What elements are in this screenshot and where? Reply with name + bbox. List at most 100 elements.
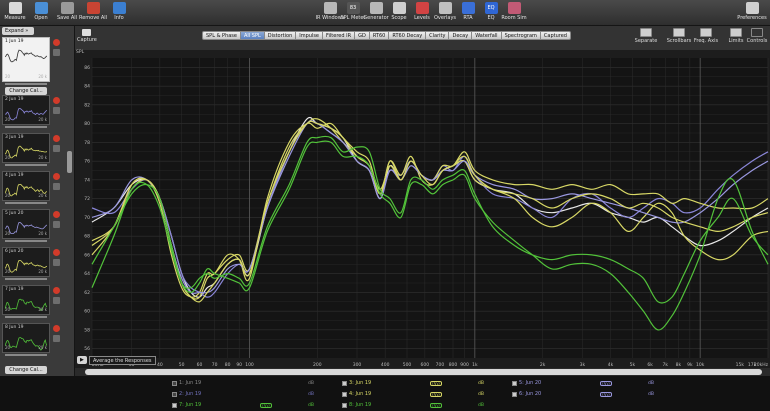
legend-checkbox[interactable] [342,381,347,386]
room-sim-button[interactable]: Room Sim [499,2,529,24]
legend-item-5[interactable]: 5: Jun 20 (V₁) dB [512,379,672,388]
spl-graph[interactable]: 86 84 82 80 78 76 74 72 70 68 66 64 62 60 58 56 20Hz 30 40… [75,50,770,368]
legend-swatch[interactable]: (V₁) [260,403,272,408]
measurement-offset-slider[interactable] [5,278,47,280]
y-tick-label: 82 [84,102,90,108]
measurement-offset-slider[interactable] [5,240,47,242]
freq-axis-button[interactable]: Freq. Axis [692,28,720,44]
measurement-name: 5 Jun 20 [5,211,24,216]
capture-button[interactable]: Capture [77,29,97,43]
tab-filtered-ir[interactable]: Filtered IR [323,31,356,40]
measurement-options-icon[interactable] [53,145,60,152]
legend-checkbox[interactable] [342,403,347,408]
sidebar-scrollbar[interactable] [67,151,72,173]
legend-item-3[interactable]: 3: Jun 19 (V₁) dB [342,379,502,388]
scrollbars-button[interactable]: Scrollbars [665,28,693,44]
measurement-options-icon[interactable] [53,49,60,56]
remove-measurement-icon[interactable] [53,135,60,142]
measurement-1[interactable]: 1 Jun 19 20 20 k [2,37,50,85]
measurement-options-icon[interactable] [53,259,60,266]
tab-waterfall[interactable]: Waterfall [472,31,502,40]
legend-checkbox[interactable] [512,381,517,386]
legend-checkbox[interactable] [512,392,517,397]
remove-icon [86,2,100,14]
tab-decay[interactable]: Decay [449,31,473,40]
measurement-options-icon[interactable] [53,221,60,228]
average-button[interactable]: ▶ [77,356,87,364]
tool-label: Separate [634,38,658,44]
horizontal-scroll-thumb[interactable] [85,369,762,375]
legend-swatch[interactable]: (V₁) [430,403,442,408]
horizontal-scrollbar[interactable] [75,368,770,376]
y-tick-label: 70 [84,215,90,221]
measurement-3[interactable]: 3 Jun 19 20 20 k [2,133,50,166]
legend-item-1[interactable]: 1: Jun 19 dB [172,379,332,388]
remove-measurement-icon[interactable] [53,287,60,294]
measurement-offset-slider[interactable] [5,126,47,128]
measurement-offset-slider[interactable] [5,316,47,318]
change-cal-button[interactable]: Change Cal... [5,366,47,374]
tab-clarity[interactable]: Clarity [426,31,450,40]
measurement-options-icon[interactable] [53,107,60,114]
measurement-offset-slider[interactable] [5,164,47,166]
measurement-offset-slider[interactable] [5,354,47,356]
tab-gd[interactable]: GD [355,31,370,40]
legend-swatch[interactable]: (V₁) [430,392,442,397]
legend-item-2[interactable]: 2: Jun 19 dB [172,390,332,399]
legend-item-4[interactable]: 4: Jun 19 (V₁) dB [342,390,502,399]
tab-rt60-decay[interactable]: RT60 Decay [389,31,427,40]
measurement-5[interactable]: 5 Jun 20 20 20 k [2,209,50,242]
measurement-6[interactable]: 6 Jun 20 20 20 k [2,247,50,280]
legend-checkbox[interactable] [342,392,347,397]
tab-all-spl[interactable]: All SPL [240,31,265,40]
tab-spectrogram[interactable]: Spectrogram [501,31,541,40]
measurements-panel: Expand » 1 Jun 19 20 20 k Change Cal... 2 Ju… [0,26,75,376]
measurement-name: 1 Jun 19 [5,39,24,44]
measurement-2[interactable]: 2 Jun 19 20 20 k [2,95,50,128]
remove-measurement-icon[interactable] [53,97,60,104]
measurement-offset-slider[interactable] [5,202,47,204]
tab-spl-phase[interactable]: SPL & Phase [202,31,241,40]
separate-button[interactable]: Separate [632,28,660,44]
remove-measurement-icon[interactable] [53,173,60,180]
measurement-name: 3 Jun 19 [5,135,24,140]
measurement-options-icon[interactable] [53,335,60,342]
limits-icon [730,28,742,37]
preferences-button[interactable]: Preferences [737,2,767,24]
expand-button[interactable]: Expand » [2,27,34,35]
eq-icon: EQ [484,2,498,14]
graph-toolbar: Capture SPL & Phase All SPL Distortion Impu… [75,26,770,50]
controls-button[interactable]: Controls [743,28,770,44]
measurement-range-start: 20 [5,231,11,236]
legend-checkbox[interactable] [172,381,177,386]
tab-rt60[interactable]: RT60 [369,31,390,40]
measurement-offset-slider[interactable] [5,83,47,85]
tab-captured[interactable]: Captured [540,31,571,40]
legend-checkbox[interactable] [172,403,177,408]
tab-distortion[interactable]: Distortion [264,31,297,40]
tab-impulse[interactable]: Impulse [296,31,324,40]
remove-measurement-icon[interactable] [53,211,60,218]
measurement-range-start: 20 [5,345,11,350]
measurement-options-icon[interactable] [53,183,60,190]
remove-measurement-icon[interactable] [53,39,60,46]
legend-item-7[interactable]: 7: Jun 19 (V₁) dB [172,401,332,410]
legend-swatch[interactable]: (V₁) [430,381,442,386]
legend-item-6[interactable]: 6: Jun 20 (V₁) dB [512,390,672,399]
y-tick-label: 56 [84,346,90,352]
measurement-range-end: 20 k [38,117,47,122]
remove-measurement-icon[interactable] [53,325,60,332]
remove-measurement-icon[interactable] [53,249,60,256]
legend-swatch[interactable]: (V₁) [600,381,612,386]
measurement-options-icon[interactable] [53,297,60,304]
microphone-icon [8,2,22,14]
legend-item-8[interactable]: 8: Jun 19 (V₁) dB [342,401,502,410]
legend-swatch[interactable]: (V₁) [600,392,612,397]
measurement-7[interactable]: 7 Jun 19 20 20 k [2,285,50,318]
measurement-8[interactable]: 8 Jun 19 20 20 k [2,323,50,356]
legend-checkbox[interactable] [172,392,177,397]
info-button[interactable]: Info [104,2,134,24]
measurement-4[interactable]: 4 Jun 19 20 20 k [2,171,50,204]
freq-axis-icon [700,28,712,37]
change-cal-button[interactable]: Change Cal... [5,87,47,95]
